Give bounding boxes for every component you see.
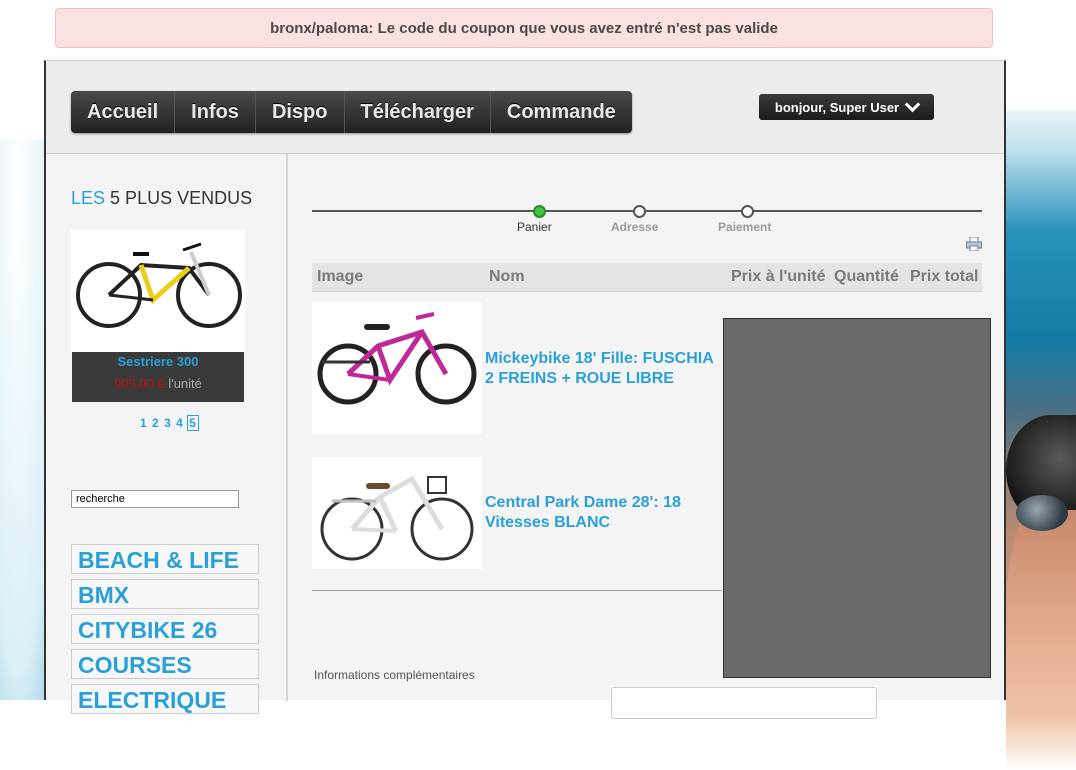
nav-telecharger[interactable]: Télécharger [345, 91, 491, 133]
step-dot-adresse [633, 205, 646, 218]
cart-item-image [312, 302, 482, 434]
pager-current-page[interactable]: 5 [187, 415, 199, 431]
category-beach-life[interactable]: BEACH & LIFE [71, 544, 259, 574]
additional-info-field[interactable] [611, 687, 877, 719]
pager-page[interactable]: 1 [140, 416, 148, 430]
step-label-paiement: Paiement [718, 220, 772, 234]
cart-item-image [312, 457, 482, 569]
header: Accueil Infos Dispo Télécharger Commande… [46, 61, 1004, 154]
category-list: BEACH & LIFE BMX CITYBIKE 26 COURSES ELE… [71, 544, 259, 719]
bestseller-image [71, 230, 245, 352]
step-dot-paiement [741, 205, 754, 218]
cart-summary-overlay [723, 318, 991, 678]
bestseller-name[interactable]: Sestriere 300 [72, 352, 244, 369]
main-panel: Accueil Infos Dispo Télécharger Commande… [44, 60, 1006, 719]
bestseller-price: 905,00 € l'unité [72, 376, 244, 391]
nav-commande[interactable]: Commande [491, 91, 632, 133]
category-courses[interactable]: COURSES [71, 649, 259, 679]
bestsellers-title-rest: 5 PLUS VENDUS [110, 188, 253, 208]
additional-info-label: Informations complémentaires [314, 668, 475, 682]
pager-page[interactable]: 4 [176, 416, 184, 430]
col-quantity: Quantité [834, 268, 899, 285]
bestseller-caption: Sestriere 300 905,00 € l'unité [72, 352, 244, 402]
pager-page[interactable]: 2 [152, 416, 160, 430]
background-photo-right [1004, 110, 1076, 770]
user-greeting: bonjour, Super User [774, 99, 900, 115]
user-menu-button[interactable]: bonjour, Super User [759, 94, 934, 120]
bestseller-card[interactable]: Sestriere 300 905,00 € l'unité [71, 230, 245, 402]
bestseller-pager: 1 2 3 4 5 [140, 415, 199, 431]
chevron-down-icon [904, 96, 921, 113]
bestseller-price-unit: l'unité [168, 376, 202, 391]
main-nav: Accueil Infos Dispo Télécharger Commande [71, 91, 632, 133]
cart-table-header: Image Nom Prix à l'unité Quantité Prix t… [312, 263, 982, 292]
checkout-steps-line [312, 210, 982, 212]
alert-message: bronx/paloma: Le code du coupon que vous… [270, 19, 778, 37]
nav-infos[interactable]: Infos [175, 91, 256, 133]
divider [312, 590, 722, 591]
person-image [1006, 510, 1076, 770]
nav-accueil[interactable]: Accueil [71, 91, 176, 133]
col-image: Image [317, 268, 364, 285]
coupon-error-alert: bronx/paloma: Le code du coupon que vous… [55, 8, 993, 48]
step-label-adresse: Adresse [611, 220, 659, 234]
step-dot-panier [533, 205, 546, 218]
sidebar: LES 5 PLUS VENDUS Sestriere 300 905,00 €… [46, 154, 288, 714]
search-input[interactable] [71, 490, 239, 508]
pager-page[interactable]: 3 [164, 416, 172, 430]
col-unit-price: Prix à l'unité [731, 268, 826, 285]
cart-item-name[interactable]: Mickeybike 18' Fille: FUSCHIA 2 FREINS +… [485, 349, 720, 389]
category-bmx[interactable]: BMX [71, 579, 259, 609]
sunglasses-image [1016, 495, 1068, 531]
nav-dispo[interactable]: Dispo [256, 91, 345, 133]
bestsellers-title-prefix: LES [71, 188, 106, 208]
step-label-panier: Panier [517, 220, 552, 234]
category-electrique[interactable]: ELECTRIQUE [71, 684, 259, 714]
bestseller-price-value: 905,00 € [114, 376, 165, 391]
print-icon[interactable] [966, 237, 982, 251]
bestsellers-title: LES 5 PLUS VENDUS [71, 188, 252, 209]
col-total: Prix total [910, 268, 979, 285]
category-citybike-26[interactable]: CITYBIKE 26 [71, 614, 259, 644]
col-name: Nom [489, 268, 525, 285]
cart-item-name[interactable]: Central Park Dame 28': 18 Vitesses BLANC [485, 493, 720, 533]
